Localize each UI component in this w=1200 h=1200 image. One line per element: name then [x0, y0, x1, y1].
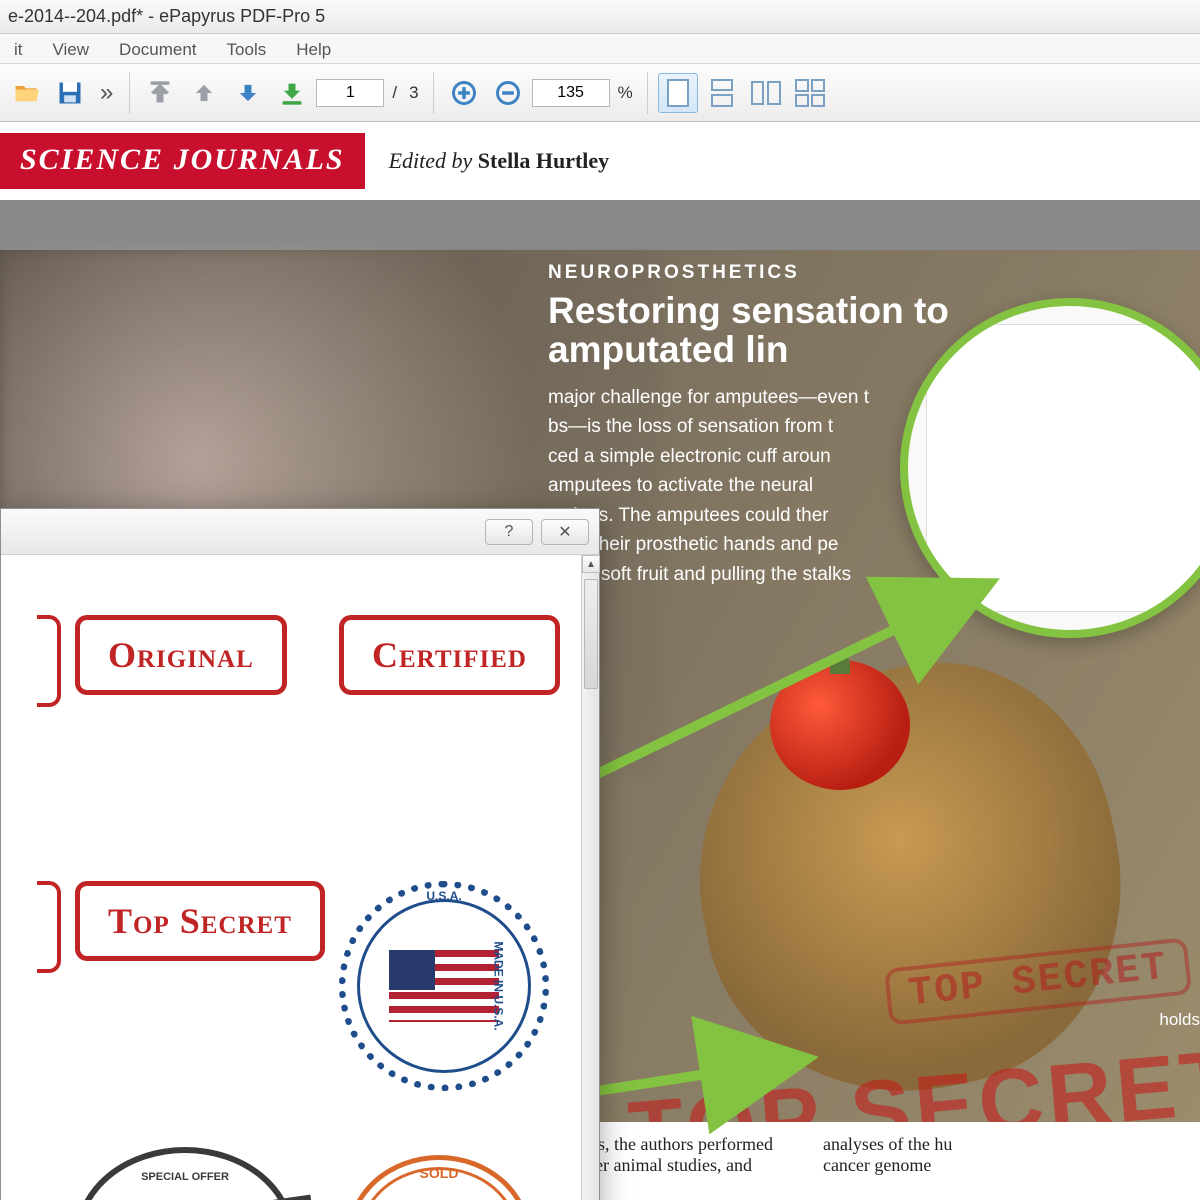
stamp-dialog: ? ✕ Original Certified Top Secret U.S.A.	[0, 508, 600, 1200]
menu-edit[interactable]: it	[4, 38, 33, 59]
toolbar-overflow[interactable]: »	[94, 81, 119, 105]
stamp-top-secret[interactable]: Top Secret	[75, 881, 325, 961]
dialog-close-button[interactable]: ✕	[541, 519, 589, 545]
separator	[433, 72, 434, 114]
photo-caption: holds	[1159, 1010, 1200, 1030]
save-icon[interactable]	[50, 73, 90, 113]
view-single-page-icon[interactable]	[658, 73, 698, 113]
dialog-help-button[interactable]: ?	[485, 519, 533, 545]
stamp-special-offer[interactable]: SPECIAL OFFER SPECIAL OFFER	[75, 1147, 295, 1200]
prev-page-icon[interactable]	[184, 73, 224, 113]
stamp-gallery[interactable]: Original Certified Top Secret U.S.A. MAD…	[1, 555, 581, 1200]
scroll-thumb[interactable]	[584, 579, 598, 689]
document-viewport[interactable]: SCIENCE JOURNALS Edited by Stella Hurtle…	[0, 122, 1200, 1200]
journal-header: SCIENCE JOURNALS Edited by Stella Hurtle…	[0, 122, 1200, 200]
stamp-certified[interactable]: Certified	[339, 615, 560, 695]
edited-by: Edited by Stella Hurtley	[389, 148, 610, 174]
menu-tools[interactable]: Tools	[217, 38, 277, 59]
view-continuous-facing-icon[interactable]	[790, 73, 830, 113]
window-title-bar: e-2014--204.pdf* - ePapyrus PDF-Pro 5	[0, 0, 1200, 34]
edited-label: Edited by	[389, 148, 473, 173]
zoom-in-icon[interactable]	[444, 73, 484, 113]
next-page-icon[interactable]	[228, 73, 268, 113]
scroll-up-icon[interactable]: ▲	[582, 555, 600, 573]
editor-name: Stella Hurtley	[478, 148, 609, 173]
zoom-input[interactable]	[532, 79, 610, 107]
open-icon[interactable]	[6, 73, 46, 113]
menu-view[interactable]: View	[43, 38, 100, 59]
window-title: e-2014--204.pdf* - ePapyrus PDF-Pro 5	[8, 6, 325, 26]
stamp-partial[interactable]	[37, 615, 61, 707]
last-page-icon[interactable]	[272, 73, 312, 113]
page-total: 3	[405, 83, 422, 103]
dialog-titlebar[interactable]: ? ✕	[1, 509, 599, 555]
view-continuous-icon[interactable]	[702, 73, 742, 113]
stamp-original[interactable]: Original	[75, 615, 287, 695]
journal-tag: SCIENCE JOURNALS	[0, 133, 365, 189]
menu-bar: it View Document Tools Help	[0, 34, 1200, 64]
first-page-icon[interactable]	[140, 73, 180, 113]
stamp-made-in-usa[interactable]: U.S.A. MADE IN U.S.A.	[339, 881, 549, 1091]
stamp-sold[interactable]: SOLD SOLD	[339, 1147, 539, 1200]
separator	[129, 72, 130, 114]
stamp-partial[interactable]	[37, 881, 61, 973]
dialog-scrollbar[interactable]: ▲ ▼	[581, 555, 599, 1200]
zoom-unit: %	[614, 83, 637, 103]
page-number-input[interactable]	[316, 79, 384, 107]
view-facing-icon[interactable]	[746, 73, 786, 113]
menu-document[interactable]: Document	[109, 38, 206, 59]
article-kicker: NEUROPROSTHETICS	[548, 262, 1108, 284]
page-separator: /	[388, 83, 401, 103]
zoom-out-icon[interactable]	[488, 73, 528, 113]
menu-help[interactable]: Help	[286, 38, 341, 59]
toolbar: » / 3 %	[0, 64, 1200, 122]
separator	[647, 72, 648, 114]
